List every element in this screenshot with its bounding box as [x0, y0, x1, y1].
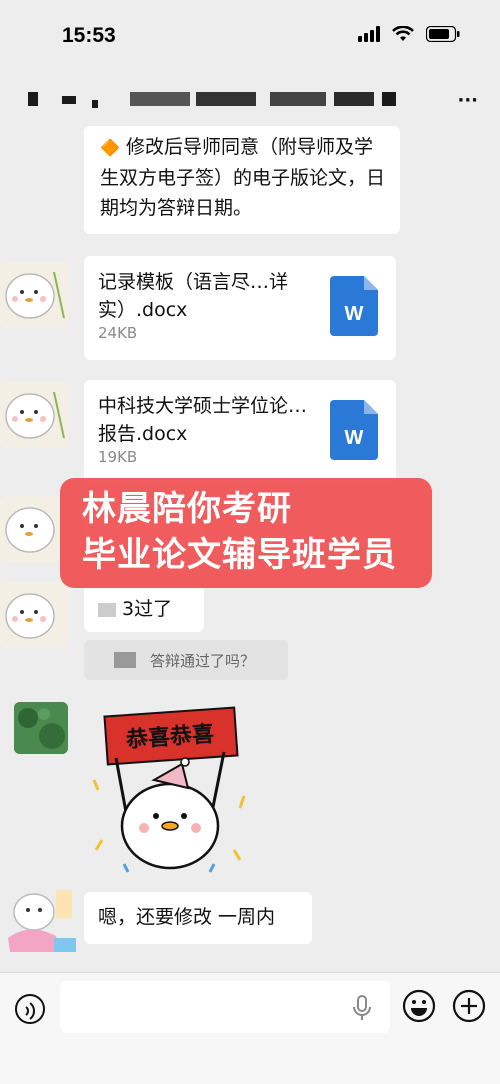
file-message[interactable]: 中科技大学硕士学位论…报告.docx 19KB W	[84, 380, 396, 484]
sender-avatar[interactable]	[0, 582, 68, 648]
chat-title-redacted	[382, 92, 396, 106]
svg-text:W: W	[345, 427, 364, 449]
chat-title-redacted	[270, 92, 326, 106]
watermark-banner: 林晨陪你考研 毕业论文辅导班学员	[60, 478, 432, 588]
status-icons	[358, 26, 460, 42]
message-bubble[interactable]: 嗯，还要修改 一周内	[84, 892, 312, 944]
more-icon[interactable]: ···	[457, 90, 478, 111]
watermark-line: 林晨陪你考研	[82, 489, 292, 529]
chat-title-redacted	[28, 92, 38, 106]
chat-title-bar	[0, 70, 500, 126]
chat-title-redacted	[334, 92, 374, 106]
file-size: 24KB	[98, 324, 138, 342]
message-text: 3过了	[122, 598, 173, 620]
redacted-block	[114, 652, 136, 668]
chat-title-redacted	[62, 96, 76, 104]
status-time: 15:53	[62, 24, 116, 47]
chat-title-redacted	[130, 92, 190, 106]
sender-avatar[interactable]	[0, 882, 78, 958]
message-text: 嗯，还要修改 一周内	[98, 906, 276, 928]
voice-icon[interactable]	[14, 993, 46, 1025]
file-message[interactable]: 记录模板（语言尽…详实）.docx 24KB W	[84, 256, 396, 360]
input-bar	[0, 972, 500, 1084]
message-text: 修改后导师同意（附导师及学生双方电子签）的电子版论文，日期均为答辩日期。	[100, 136, 386, 219]
diamond-icon: 🔶	[100, 138, 120, 157]
redacted-block	[98, 602, 116, 617]
status-bar: 15:53	[0, 0, 500, 70]
signal-icon	[358, 26, 380, 42]
battery-icon	[426, 26, 460, 42]
file-size: 19KB	[98, 448, 138, 466]
sender-avatar[interactable]	[0, 496, 68, 562]
mic-icon[interactable]	[352, 995, 372, 1021]
word-file-icon: W	[330, 276, 378, 336]
plus-icon[interactable]	[452, 989, 486, 1023]
sender-avatar[interactable]	[0, 382, 68, 448]
watermark-line: 毕业论文辅导班学员	[82, 535, 397, 575]
word-file-icon: W	[330, 400, 378, 460]
wifi-icon	[392, 26, 414, 41]
message-bubble[interactable]: 🔶 修改后导师同意（附导师及学生双方电子签）的电子版论文，日期均为答辩日期。	[84, 126, 400, 234]
quoted-message[interactable]: 答辩通过了吗？	[84, 640, 288, 680]
user-avatar[interactable]	[14, 702, 68, 754]
emoji-icon[interactable]	[402, 989, 436, 1023]
chat-title-redacted	[196, 92, 256, 106]
message-bubble[interactable]: 3过了	[84, 586, 204, 632]
chat-title-redacted	[92, 100, 98, 108]
file-name: 中科技大学硕士学位论…报告.docx	[98, 395, 308, 445]
quote-text: 答辩通过了吗？	[150, 652, 256, 670]
message-input[interactable]	[60, 981, 390, 1033]
svg-text:W: W	[345, 303, 364, 325]
sticker-message[interactable]: 恭喜恭喜	[84, 700, 254, 874]
sender-avatar[interactable]	[0, 262, 68, 328]
file-name: 记录模板（语言尽…详实）.docx	[98, 271, 289, 321]
